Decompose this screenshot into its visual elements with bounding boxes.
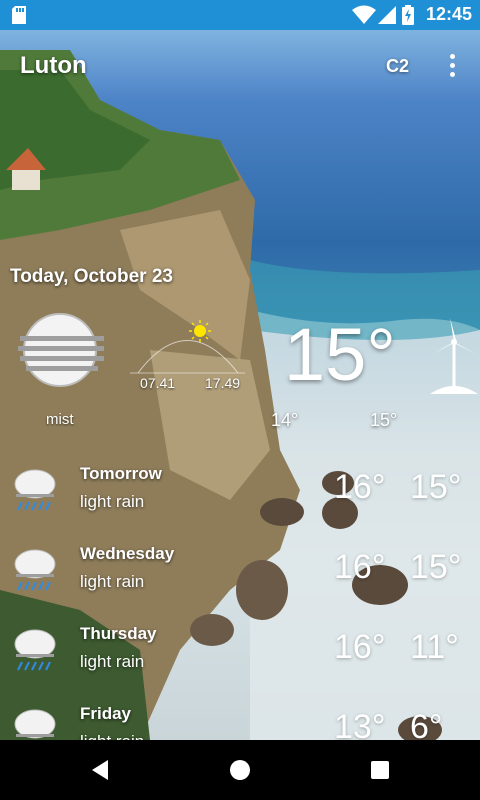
today-low-temperature: 14° — [271, 410, 299, 430]
forecast-row[interactable]: Wednesday light rain 16° 15° — [0, 540, 480, 620]
wind-turbine-icon — [430, 318, 478, 394]
forecast-high: 16° — [334, 468, 386, 506]
overflow-menu-icon[interactable] — [444, 52, 460, 78]
forecast-day: Wednesday — [80, 544, 175, 563]
status-time: 12:45 — [426, 4, 473, 24]
forecast-day: Friday — [80, 704, 132, 723]
rain-cloud-icon — [14, 629, 56, 671]
forecast-low: 15° — [410, 548, 462, 586]
forecast-low: 15° — [410, 468, 462, 506]
unit-toggle-button[interactable]: C2 — [386, 56, 409, 77]
forecast-description: light rain — [80, 652, 145, 671]
forecast-description: light rain — [80, 492, 145, 511]
today-date: Today, October 23 — [10, 266, 173, 287]
signal-icon — [378, 6, 396, 24]
forecast-high: 16° — [334, 548, 386, 586]
rain-cloud-icon — [14, 469, 56, 511]
sun-arc-icon — [130, 320, 245, 374]
sunset-time: 17.49 — [205, 375, 241, 391]
rain-cloud-icon — [14, 709, 56, 739]
forecast-row[interactable]: Thursday light rain 16° 11° — [0, 620, 480, 700]
status-bar: 12:45 — [0, 0, 480, 30]
forecast-description: light rain — [80, 572, 145, 591]
sd-card-icon — [12, 6, 26, 24]
today-condition: mist — [46, 411, 74, 428]
forecast-day: Tomorrow — [80, 464, 162, 483]
battery-charging-icon — [402, 5, 414, 25]
forecast-description: light rain — [80, 732, 144, 740]
current-temperature: 15° — [284, 313, 396, 396]
recent-apps-icon[interactable] — [371, 761, 389, 779]
forecast-low: 11° — [410, 628, 459, 666]
sunrise-time: 07.41 — [140, 375, 176, 391]
forecast-day: Thursday — [80, 624, 157, 643]
wifi-icon — [352, 5, 376, 24]
forecast-high: 16° — [334, 628, 386, 666]
forecast-high: 13° — [334, 708, 386, 740]
forecast-row[interactable]: Tomorrow light rain 16° 15° — [0, 460, 480, 540]
mist-icon — [18, 313, 104, 387]
city-title: Luton — [20, 52, 87, 79]
home-icon[interactable] — [230, 760, 250, 780]
navigation-bar — [0, 740, 480, 800]
app-bar: Luton C2 — [0, 30, 480, 100]
forecast-low: 6° — [410, 708, 443, 740]
forecast-row[interactable]: Friday light rain 13° 6° — [0, 700, 480, 740]
rain-cloud-icon — [14, 549, 56, 591]
today-high-temperature: 15° — [370, 410, 398, 430]
back-icon[interactable] — [90, 760, 110, 780]
